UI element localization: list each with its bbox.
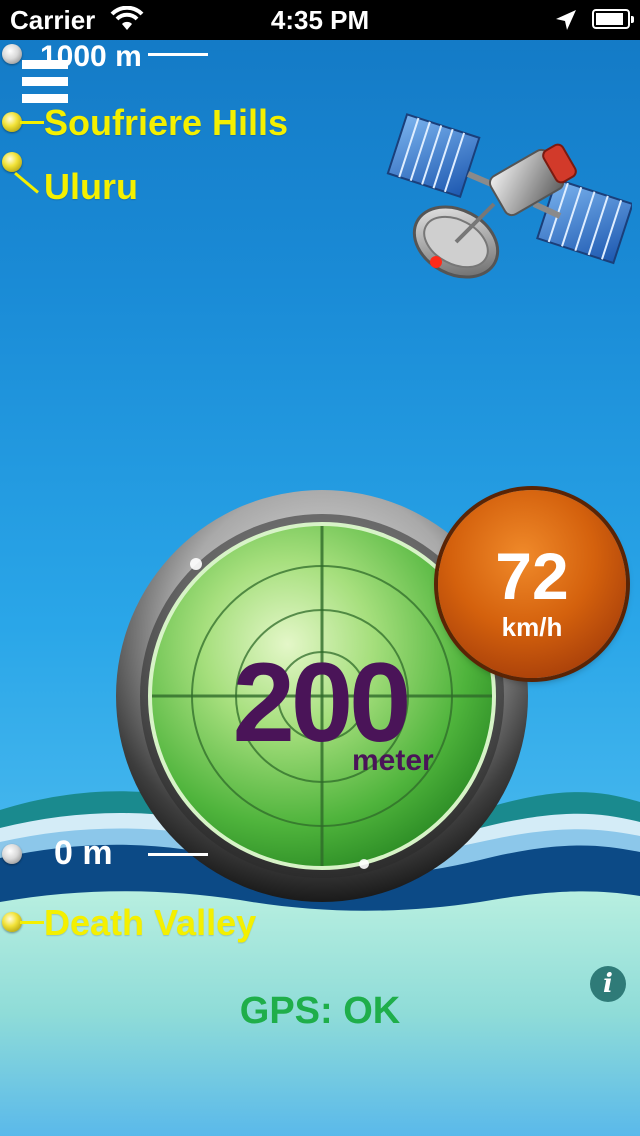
place-marker-high-1: Soufriere Hills xyxy=(0,102,340,144)
menu-button[interactable] xyxy=(22,60,68,108)
scale-bottom-label: 0 m xyxy=(54,834,113,872)
speed-indicator: 72 km/h xyxy=(438,490,626,678)
app-screen: Carrier 4:35 PM 1000 m Soufriere Hills U… xyxy=(0,0,640,1136)
scale-top-pin xyxy=(2,44,22,64)
speed-unit: km/h xyxy=(501,612,563,642)
place-pin xyxy=(2,152,22,172)
speed-value: 72 xyxy=(495,539,569,613)
place-tick xyxy=(20,921,44,924)
scale-bottom-pin xyxy=(2,844,22,864)
place-tick xyxy=(14,172,39,194)
place-label-uluru: Uluru xyxy=(44,166,138,207)
place-label-death-valley: Death Valley xyxy=(44,902,257,943)
battery-icon xyxy=(592,9,634,29)
gps-status: GPS: OK xyxy=(239,990,401,1032)
scale-bottom-marker: 0 m xyxy=(0,834,240,882)
place-label-soufriere: Soufriere Hills xyxy=(44,102,289,143)
place-marker-low-1: Death Valley xyxy=(0,902,320,944)
altitude-unit: meter xyxy=(352,744,434,777)
place-pin xyxy=(2,912,22,932)
clock: 4:35 PM xyxy=(270,5,370,35)
place-tick xyxy=(20,121,44,124)
place-pin xyxy=(2,112,22,132)
satellite-icon xyxy=(386,113,632,279)
scale-bottom-line xyxy=(148,853,208,856)
place-marker-high-2: Uluru xyxy=(0,152,220,212)
status-bar: Carrier 4:35 PM xyxy=(0,0,640,40)
scale-top-line xyxy=(148,53,208,56)
location-arrow-icon xyxy=(556,10,576,30)
battery-fill xyxy=(596,13,623,25)
